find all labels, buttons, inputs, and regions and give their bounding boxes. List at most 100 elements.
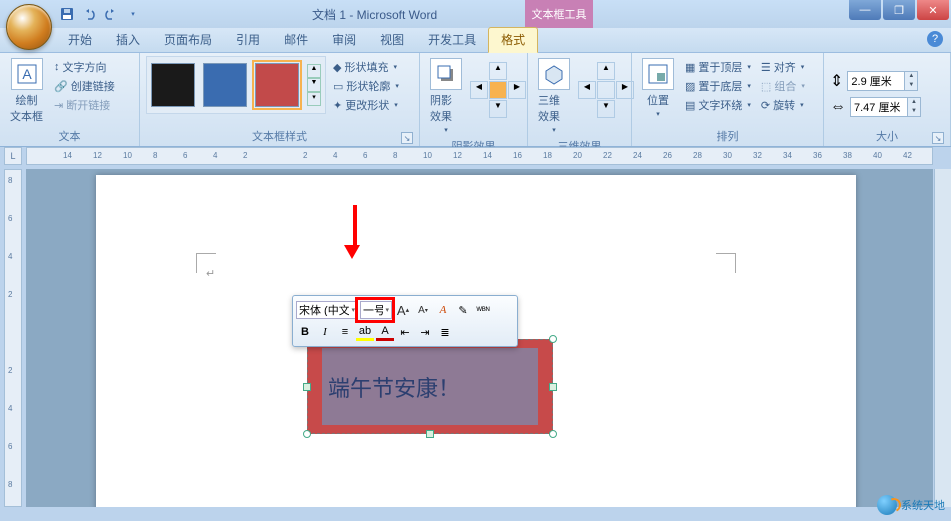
3d-effects-label: 三维效果 [538,92,570,124]
ruler-corner[interactable]: L [4,147,22,165]
grow-font-icon[interactable]: A▴ [394,301,412,319]
shadow-nudge-down[interactable]: ▼ [489,100,507,118]
shadow-nudge-left[interactable]: ◀ [470,81,488,99]
bold-icon[interactable]: B [296,323,314,341]
textbox-shape[interactable]: 端午节安康！ [307,339,553,434]
tab-insert[interactable]: 插入 [104,28,152,52]
hruler-tick: 24 [633,151,642,160]
minimize-button[interactable]: — [849,0,881,20]
tab-mailings[interactable]: 邮件 [272,28,320,52]
create-link-button[interactable]: 🔗创建链接 [51,77,118,95]
handle-e[interactable] [549,383,557,391]
width-input[interactable]: ▲▼ [850,97,921,117]
quick-access-toolbar: ▾ [58,5,142,23]
textbox-content[interactable]: 端午节安康！ [322,348,538,425]
watermark-text: 系统天地 [901,497,945,513]
vertical-ruler[interactable]: 86422468 [4,169,22,507]
redo-icon[interactable] [102,5,120,23]
hruler-tick: 40 [873,151,882,160]
shape-fill-button[interactable]: ◆形状填充▾ [330,58,402,76]
rotate-label: 旋转 [773,97,795,113]
align-button[interactable]: ☰对齐▾ [758,58,808,76]
text-wrap-button[interactable]: ▤文字环绕▾ [682,96,754,114]
close-button[interactable]: ✕ [917,0,949,20]
tab-developer[interactable]: 开发工具 [416,28,488,52]
tab-view[interactable]: 视图 [368,28,416,52]
shadow-effects-button[interactable]: 阴影效果▾ [426,56,466,136]
handle-s[interactable] [426,430,434,438]
3d-toggle[interactable] [597,81,615,99]
decrease-indent-icon[interactable]: ⇤ [396,323,414,341]
style-a-icon[interactable]: A [434,301,452,319]
tab-home[interactable]: 开始 [56,28,104,52]
italic-icon[interactable]: I [316,323,334,341]
change-shape-button[interactable]: ✦更改形状▾ [330,96,402,114]
position-button[interactable]: 位置▾ [638,56,678,120]
window-title: 文档 1 - Microsoft Word [312,6,437,23]
3d-tilt-down[interactable]: ▼ [597,100,615,118]
break-link-button[interactable]: ⇥断开链接 [51,96,118,114]
style-swatch-3[interactable] [255,63,299,107]
qat-dropdown-icon[interactable]: ▾ [124,5,142,23]
hruler-tick: 14 [483,151,492,160]
tab-format[interactable]: 格式 [488,27,538,53]
gallery-scroll-down[interactable]: ▼ [307,78,321,92]
3d-tilt-up[interactable]: ▲ [597,62,615,80]
height-down[interactable]: ▼ [904,81,917,90]
style-swatch-2[interactable] [203,63,247,107]
bring-to-front-button[interactable]: ▦置于顶层▾ [682,58,754,76]
office-button[interactable] [6,4,52,50]
save-icon[interactable] [58,5,76,23]
rotate-icon: ⟳ [761,99,770,112]
increase-indent-icon[interactable]: ⇥ [416,323,434,341]
help-icon[interactable]: ? [927,31,943,47]
maximize-button[interactable]: ❐ [883,0,915,20]
shadow-nudge-up[interactable]: ▲ [489,62,507,80]
handle-w[interactable] [303,383,311,391]
bullets-icon[interactable]: ≣ [436,323,454,341]
width-up[interactable]: ▲ [907,98,920,107]
hruler-tick: 26 [663,151,672,160]
format-painter-icon[interactable]: ✎ [454,301,472,319]
undo-icon[interactable] [80,5,98,23]
textbox-style-gallery[interactable]: ▲ ▼ ▾ [146,56,326,114]
3d-tilt-left[interactable]: ◀ [578,81,596,99]
clear-format-icon[interactable]: ᵂᴮᴺ [474,301,492,319]
shrink-font-icon[interactable]: A▾ [414,301,432,319]
rotate-button[interactable]: ⟳旋转▾ [758,96,808,114]
handle-se[interactable] [549,430,557,438]
hruler-tick: 18 [543,151,552,160]
shadow-toggle[interactable] [489,81,507,99]
vruler-tick: 2 [8,290,12,299]
tab-review[interactable]: 审阅 [320,28,368,52]
width-down[interactable]: ▼ [907,107,920,116]
align-center-icon[interactable]: ≡ [336,323,354,341]
hruler-tick: 6 [363,151,367,160]
3d-effects-button[interactable]: 三维效果▾ [534,56,574,136]
size-dialog-launcher[interactable]: ↘ [932,132,944,144]
send-to-back-button[interactable]: ▨置于底层▾ [682,77,754,95]
text-direction-button[interactable]: ↕文字方向 [51,58,118,76]
group-button[interactable]: ⬚组合▾ [758,77,808,95]
hruler-tick: 8 [393,151,397,160]
vertical-scrollbar[interactable] [934,169,951,507]
group-label-size: 大小 [876,131,898,143]
fill-icon: ◆ [333,61,341,74]
handle-sw[interactable] [303,430,311,438]
gallery-more[interactable]: ▾ [307,92,321,106]
gallery-scroll-up[interactable]: ▲ [307,64,321,78]
highlight-icon[interactable]: ab [356,323,374,341]
height-input[interactable]: ▲▼ [847,71,918,91]
styles-dialog-launcher[interactable]: ↘ [401,132,413,144]
shape-outline-button[interactable]: ▭形状轮廓▾ [330,77,402,95]
height-up[interactable]: ▲ [904,72,917,81]
tab-references[interactable]: 引用 [224,28,272,52]
draw-textbox-button[interactable]: A 绘制 文本框 [6,56,47,126]
handle-ne[interactable] [549,335,557,343]
horizontal-ruler[interactable]: 1412108642246810121416182022242628303234… [26,147,933,165]
shadow-nudge-right[interactable]: ▶ [508,81,526,99]
mini-font-combo[interactable]: ▾ [296,301,358,319]
font-color-icon[interactable]: A [376,323,394,341]
style-swatch-1[interactable] [151,63,195,107]
tab-pagelayout[interactable]: 页面布局 [152,28,224,52]
